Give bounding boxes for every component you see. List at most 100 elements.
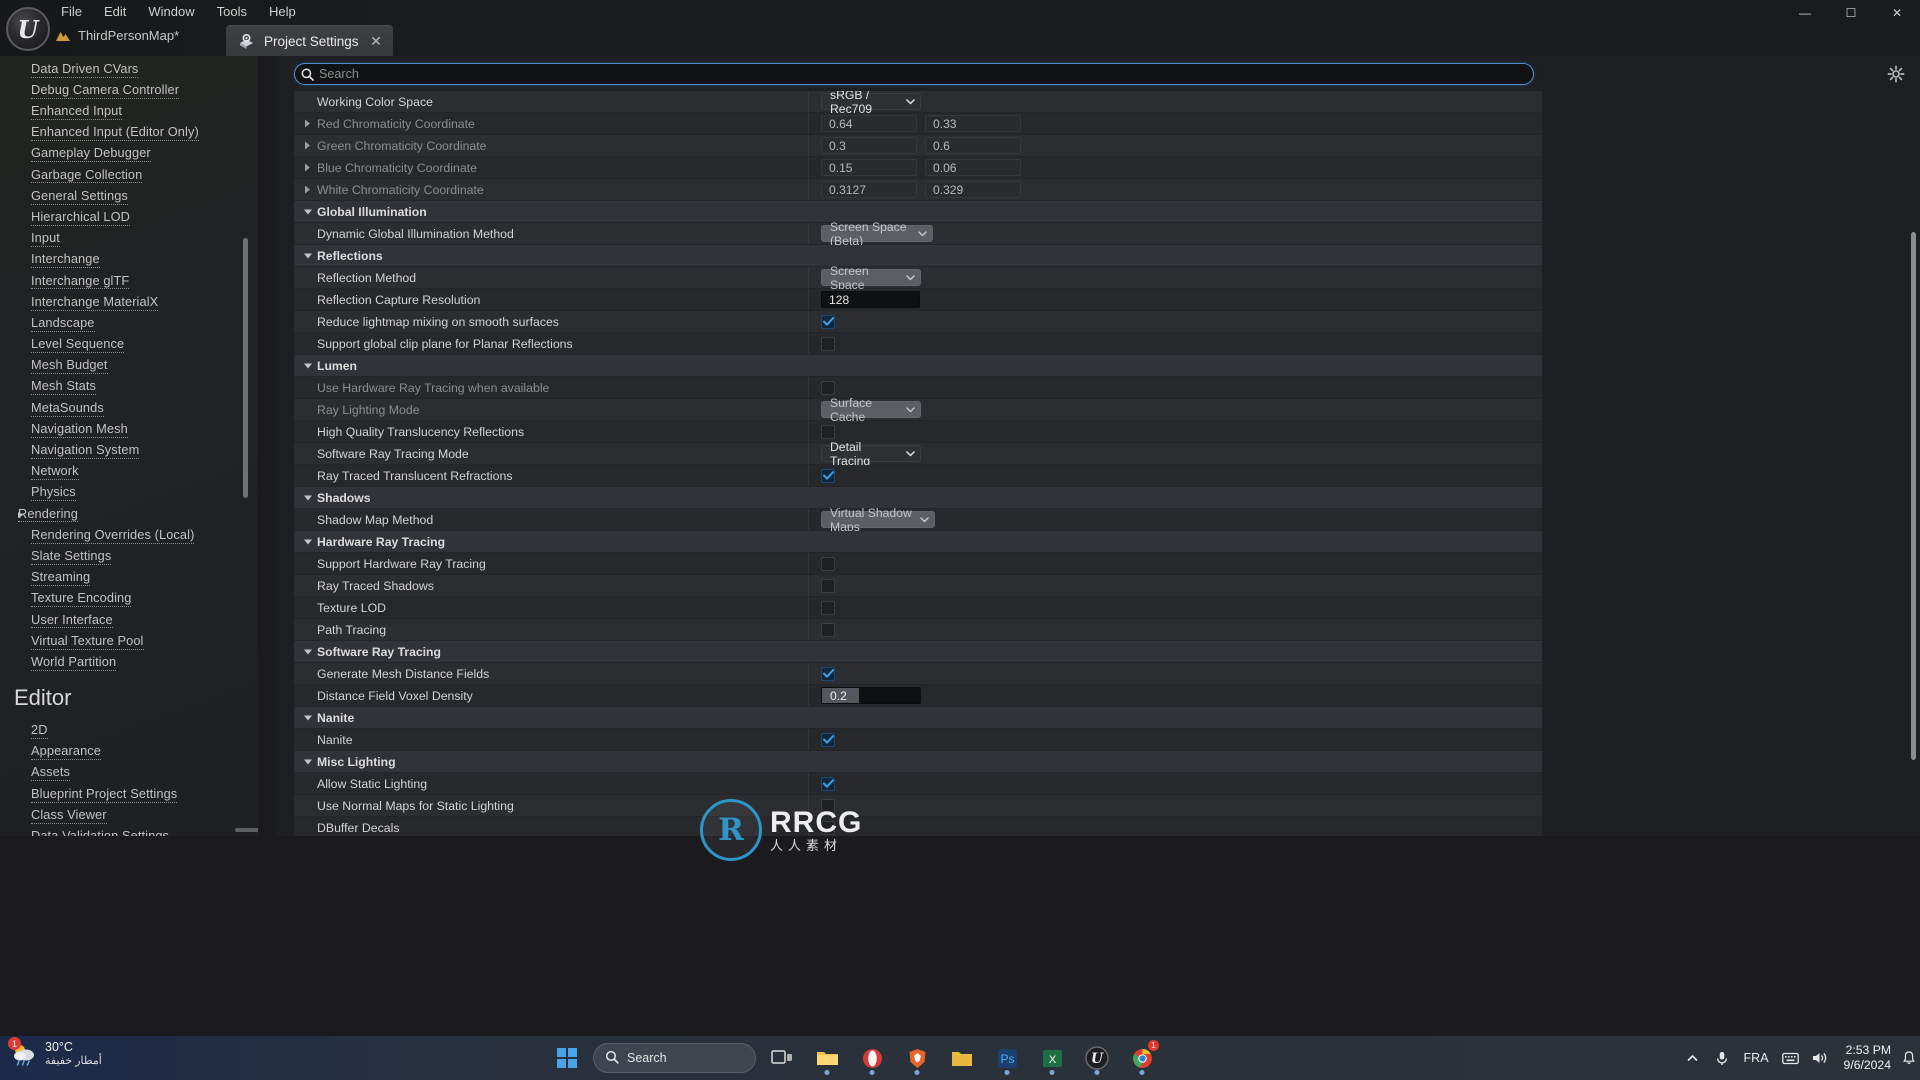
tray-language-indicator[interactable]: FRA: [1738, 1051, 1775, 1065]
expand-toggle-icon[interactable]: [302, 140, 313, 151]
property-row-reflection-method[interactable]: Reflection Method Screen Space: [294, 264, 1542, 292]
tray-volume-icon[interactable]: [1807, 1039, 1833, 1077]
property-row-texture-lod[interactable]: Texture LOD: [294, 597, 1542, 619]
property-row-reduce-lightmap-mixing-on-smooth-surfaces[interactable]: Reduce lightmap mixing on smooth surface…: [294, 311, 1542, 333]
checkbox-control[interactable]: [821, 732, 835, 747]
sidebar-editor-item-blueprint-project-settings[interactable]: Blueprint Project Settings: [0, 784, 258, 805]
settings-gear-icon[interactable]: [1886, 64, 1906, 84]
category-row-shadows[interactable]: Shadows: [294, 487, 1542, 509]
taskbar-clock[interactable]: 2:53 PM 9/6/2024: [1836, 1043, 1899, 1072]
dropdown-control[interactable]: Screen Space (Beta): [821, 220, 933, 248]
checkbox-control[interactable]: [821, 336, 835, 351]
sidebar-item-streaming[interactable]: Streaming: [0, 568, 258, 589]
property-row-high-quality-translucency-reflections[interactable]: High Quality Translucency Reflections: [294, 421, 1542, 443]
sidebar-item-interchange[interactable]: Interchange: [0, 250, 258, 271]
numeric-field-x[interactable]: 0.3: [821, 137, 917, 154]
maximize-button[interactable]: ☐: [1828, 0, 1874, 26]
numeric-field-y[interactable]: 0.06: [925, 159, 1021, 176]
sidebar-item-navigation-mesh[interactable]: Navigation Mesh: [0, 419, 258, 440]
expand-toggle-icon[interactable]: [302, 206, 313, 217]
taskbar-app-chrome[interactable]: 1: [1123, 1039, 1161, 1077]
category-row-hardware-ray-tracing[interactable]: Hardware Ray Tracing: [294, 531, 1542, 553]
sidebar-item-rendering-overrides-local[interactable]: Rendering Overrides (Local): [0, 525, 258, 546]
category-row-software-ray-tracing[interactable]: Software Ray Tracing: [294, 641, 1542, 663]
property-row-support-global-clip-plane-for-planar-reflections[interactable]: Support global clip plane for Planar Ref…: [294, 333, 1542, 355]
property-row-white-chromaticity-coordinate[interactable]: White Chromaticity Coordinate 0.3127 0.329: [294, 179, 1542, 201]
taskbar-app-folder[interactable]: [943, 1039, 981, 1077]
property-row-ray-traced-shadows[interactable]: Ray Traced Shadows: [294, 575, 1542, 597]
sidebar-item-landscape[interactable]: Landscape: [0, 313, 258, 334]
property-row-dynamic-global-illumination-method[interactable]: Dynamic Global Illumination Method Screen…: [294, 220, 1542, 248]
sidebar-item-data-driven-cvars[interactable]: Data Driven CVars: [0, 59, 258, 80]
property-row-red-chromaticity-coordinate[interactable]: Red Chromaticity Coordinate 0.64 0.33: [294, 113, 1542, 135]
sidebar-item-garbage-collection[interactable]: Garbage Collection: [0, 165, 258, 186]
expand-toggle-icon[interactable]: [302, 250, 313, 261]
property-row-working-color-space[interactable]: Working Color Space sRGB / Rec709: [294, 91, 1542, 116]
expand-toggle-icon[interactable]: [302, 756, 313, 767]
property-row-support-hardware-ray-tracing[interactable]: Support Hardware Ray Tracing: [294, 553, 1542, 575]
menu-file[interactable]: File: [50, 1, 93, 22]
sidebar-editor-item-2d[interactable]: 2D: [0, 720, 258, 741]
expand-toggle-icon[interactable]: [302, 162, 313, 173]
property-row-allow-static-lighting[interactable]: Allow Static Lighting: [294, 773, 1542, 795]
taskbar-app-task-view[interactable]: [763, 1039, 801, 1077]
numeric-field-y[interactable]: 0.329: [925, 181, 1021, 198]
taskbar-search-box[interactable]: Search: [593, 1043, 756, 1073]
sidebar-item-navigation-system[interactable]: Navigation System: [0, 440, 258, 461]
property-row-nanite[interactable]: Nanite: [294, 729, 1542, 751]
sidebar-item-slate-settings[interactable]: Slate Settings: [0, 546, 258, 567]
property-row-path-tracing[interactable]: Path Tracing: [294, 619, 1542, 641]
property-row-distance-field-voxel-density[interactable]: Distance Field Voxel Density 0.2: [294, 685, 1542, 707]
expand-toggle-icon[interactable]: [302, 536, 313, 547]
expand-toggle-icon[interactable]: [302, 118, 313, 129]
expand-toggle-icon[interactable]: [302, 360, 313, 371]
taskbar-weather-widget[interactable]: 1 30°C أمطار خفيفة: [8, 1037, 102, 1068]
unreal-engine-logo-icon[interactable]: U: [6, 7, 50, 51]
dropdown-control[interactable]: sRGB / Rec709: [821, 91, 921, 116]
sidebar-item-rendering[interactable]: Rendering: [0, 504, 258, 525]
property-row-green-chromaticity-coordinate[interactable]: Green Chromaticity Coordinate 0.3 0.6: [294, 135, 1542, 157]
checkbox-control[interactable]: [821, 556, 835, 571]
dropdown-control[interactable]: Screen Space: [821, 264, 921, 292]
sidebar-item-physics[interactable]: Physics: [0, 483, 258, 504]
sidebar-editor-item-appearance[interactable]: Appearance: [0, 742, 258, 763]
checkbox-control[interactable]: [821, 600, 835, 615]
tray-keyboard-icon[interactable]: [1778, 1039, 1804, 1077]
expand-toggle-icon[interactable]: [302, 184, 313, 195]
close-window-button[interactable]: ✕: [1874, 0, 1920, 26]
expand-arrow-icon[interactable]: [15, 510, 25, 520]
slider-control[interactable]: 0.2: [821, 687, 921, 704]
category-row-reflections[interactable]: Reflections: [294, 245, 1542, 267]
sidebar-item-interchange-materialx[interactable]: Interchange MaterialX: [0, 292, 258, 313]
taskbar-app-brave[interactable]: [898, 1039, 936, 1077]
tray-chevron-up-icon[interactable]: [1680, 1039, 1706, 1077]
sidebar-editor-item-assets[interactable]: Assets: [0, 763, 258, 784]
property-row-software-ray-tracing-mode[interactable]: Software Ray Tracing Mode Detail Tracing: [294, 440, 1542, 468]
sidebar-item-mesh-stats[interactable]: Mesh Stats: [0, 377, 258, 398]
sidebar-item-enhanced-input-editor-only[interactable]: Enhanced Input (Editor Only): [0, 123, 258, 144]
category-row-lumen[interactable]: Lumen: [294, 355, 1542, 377]
settings-sidebar[interactable]: Data Driven CVars Debug Camera Controller…: [0, 56, 258, 836]
property-row-generate-mesh-distance-fields[interactable]: Generate Mesh Distance Fields: [294, 663, 1542, 685]
sidebar-item-enhanced-input[interactable]: Enhanced Input: [0, 101, 258, 122]
category-row-misc-lighting[interactable]: Misc Lighting: [294, 751, 1542, 773]
sidebar-item-texture-encoding[interactable]: Texture Encoding: [0, 589, 258, 610]
expand-toggle-icon[interactable]: [302, 646, 313, 657]
sidebar-editor-item-class-viewer[interactable]: Class Viewer: [0, 805, 258, 826]
checkbox-control[interactable]: [821, 380, 835, 395]
property-row-dbuffer-decals[interactable]: DBuffer Decals: [294, 817, 1542, 836]
search-input[interactable]: [319, 64, 1533, 84]
checkbox-control[interactable]: [821, 798, 835, 813]
taskbar-app-opera[interactable]: [853, 1039, 891, 1077]
sidebar-item-metasounds[interactable]: MetaSounds: [0, 398, 258, 419]
numeric-field-x[interactable]: 0.64: [821, 115, 917, 132]
property-row-blue-chromaticity-coordinate[interactable]: Blue Chromaticity Coordinate 0.15 0.06: [294, 157, 1542, 179]
tab-close-icon[interactable]: ✕: [368, 33, 385, 50]
expand-toggle-icon[interactable]: [302, 712, 313, 723]
panel-scrollbar[interactable]: [1911, 232, 1916, 760]
sidebar-item-debug-camera-controller[interactable]: Debug Camera Controller: [0, 80, 258, 101]
sidebar-item-interchange-gltf[interactable]: Interchange glTF: [0, 271, 258, 292]
checkbox-control[interactable]: [821, 820, 835, 835]
dropdown-control[interactable]: Detail Tracing: [821, 440, 921, 468]
property-row-use-hardware-ray-tracing-when-available[interactable]: Use Hardware Ray Tracing when available: [294, 377, 1542, 399]
